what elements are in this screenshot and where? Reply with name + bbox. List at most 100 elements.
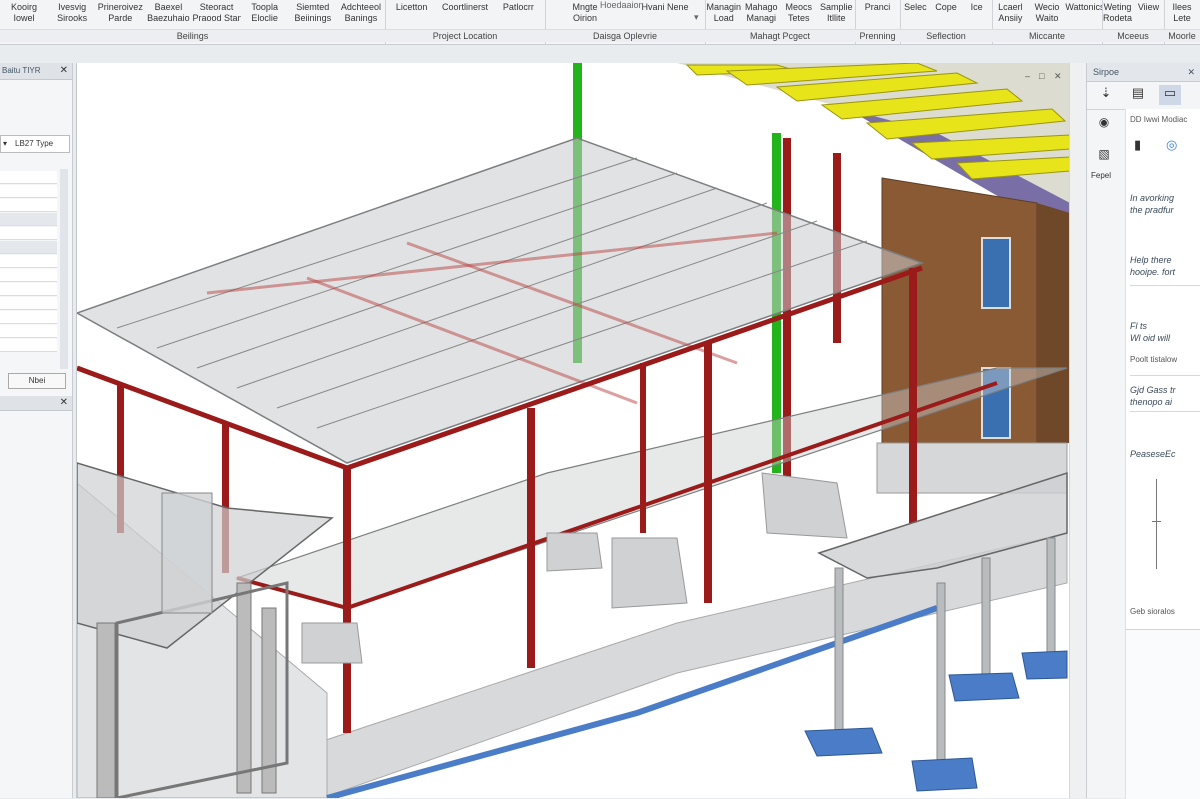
lightbulb-icon[interactable]: ▮ [1134,137,1141,153]
ribbon-button-label: Prineroivez [97,2,143,12]
document-icon[interactable]: ▤ [1127,85,1149,105]
message-line: Gjd Gass tr [1130,385,1176,395]
ribbon-group-label: Mceeus [1102,29,1164,42]
pier-footing [761,472,848,539]
ribbon-button-sublabel: Baezuhaio [147,13,190,23]
property-row[interactable] [0,199,57,212]
type-selector-label: LB27 Type [15,139,54,148]
ribbon-button[interactable]: Managin Load [705,0,743,28]
ribbon-button-label: Wattonics [1065,2,1103,12]
ribbon-button[interactable]: Meocs Tetes [780,0,818,28]
ribbon-button[interactable]: Viiew [1133,0,1164,28]
ribbon-group-label: Prenning [855,29,900,42]
ribbon-button-label: Toopla [251,2,278,12]
ribbon-button-sublabel: Parde [108,13,133,23]
3d-viewport[interactable]: – □ ✕ [76,63,1070,798]
divider [1130,285,1200,286]
divider [1130,375,1200,376]
property-row[interactable] [0,241,57,254]
pier-footing [611,537,688,609]
model-view[interactable] [77,63,1070,798]
viewport-scrollbar[interactable] [1069,63,1086,798]
property-row[interactable] [0,297,57,310]
ribbon-dropdown-hint: Hoedaaion [600,0,644,10]
close-icon[interactable]: ✕ [1187,63,1195,81]
globe-icon[interactable]: ◎ [1166,137,1177,153]
properties-scrollbar[interactable] [60,169,68,369]
ribbon-button[interactable]: Weting Rodeta [1102,0,1133,28]
ribbon-button-sublabel: Oirion [572,13,597,23]
apply-button[interactable]: Nbei [8,373,66,389]
chevron-down-icon: ▾ [3,139,8,148]
type-selector[interactable]: ▾ LB27 Type [0,135,70,153]
assistant-input-area[interactable] [1125,629,1200,799]
message-line: Help there [1130,255,1172,265]
property-row[interactable] [0,311,57,324]
pin-icon[interactable]: ⇣ [1095,85,1117,105]
ribbon-button[interactable]: Lcaerl Ansiiy [992,0,1029,28]
ribbon-button-label: Managin [706,2,742,12]
ribbon-button[interactable]: Toopla Eloclie [241,0,289,28]
ribbon-group-label: Mahagt Pcgect [705,29,855,42]
ribbon-group-label: Seflection [900,29,992,42]
image-icon[interactable]: ▧ [1093,147,1115,167]
message-line: Wl oid will [1130,333,1171,343]
property-row[interactable] [0,269,57,282]
ribbon-button[interactable]: Baexel Baezuhaio [144,0,192,28]
ribbon-buttons: Pranci [855,0,900,28]
close-icon[interactable]: ✕ [60,396,68,410]
ribbon-button[interactable]: Siemted Beiinings [289,0,337,28]
ribbon-button-sublabel: Tetes [787,13,810,23]
ribbon-button[interactable]: Coortlinerst [438,0,491,28]
ribbon-button[interactable]: Adchteeol Banings [337,0,385,28]
properties-panel-title: Baitu TIYR [2,66,41,75]
property-row[interactable] [0,283,57,296]
ribbon-button[interactable]: Patlocrr [492,0,545,28]
ribbon-button[interactable]: Samplie Itllite [818,0,856,28]
ribbon-button-sublabel: Ansiiy [998,13,1023,23]
ribbon-button[interactable]: Prineroivez Parde [96,0,144,28]
property-row[interactable] [0,213,57,226]
ribbon-button[interactable]: Licetton [385,0,438,28]
ribbon-buttons: Weting Rodeta Viiew [1102,0,1164,28]
ribbon-button[interactable]: Wecio Waito [1029,0,1066,28]
property-row[interactable] [0,339,57,352]
ribbon-button[interactable]: Cope [931,0,962,28]
property-row[interactable] [0,227,57,240]
masonry-wall [1037,203,1070,443]
property-row[interactable] [0,185,57,198]
ribbon-button[interactable]: Ice [961,0,992,28]
ribbon-button[interactable]: Mahago Managi [743,0,781,28]
assistant-content: DD Iwwi Modiac ▮ ◎ In avorking the pradf… [1125,109,1200,639]
record-icon[interactable]: ◉ [1093,115,1115,135]
ribbon-button-sublabel: Sirooks [57,13,88,23]
ribbon-group-label: Beilings [0,29,385,42]
canopy-post [1046,537,1056,664]
close-icon[interactable]: ✕ [60,63,68,79]
ribbon-button[interactable]: SteoractPraood Standards [193,0,241,28]
message-line: hooipe. fort [1130,267,1176,277]
ribbon-button[interactable]: Pranci [855,0,900,28]
ribbon-button-label: Selec [904,2,927,12]
ribbon-group: Kooirg Iowel Ivesvig Sirooks Prineroivez Pard… [0,0,386,44]
ribbon-button[interactable]: Wattonics [1065,0,1102,28]
ribbon-group: Selec Cope Ice Seflection [900,0,993,44]
property-row[interactable] [0,255,57,268]
maximize-icon[interactable]: □ [1039,71,1044,81]
chat-icon[interactable]: ▭ [1159,85,1181,105]
ribbon-button-sublabel: Eloclie [251,13,278,23]
ribbon-button-sublabel: Waito [1035,13,1059,23]
ribbon-button[interactable]: Ivesvig Sirooks [48,0,96,28]
ribbon-button-label: Meocs [785,2,812,12]
property-row[interactable] [0,325,57,338]
canopy-footing [1021,650,1068,680]
ribbon-button-label: Coortlinerst [441,2,488,12]
close-icon[interactable]: ✕ [1054,71,1062,82]
ribbon-button[interactable]: Ilees Lete [1164,0,1200,28]
minimize-icon[interactable]: – [1025,71,1030,81]
ribbon-button[interactable]: Kooirg Iowel [0,0,48,28]
chevron-down-icon[interactable]: ▾ [694,12,699,23]
ribbon-button[interactable]: Selec [900,0,931,28]
side-shelter-post [96,622,116,798]
property-row[interactable] [0,171,57,184]
